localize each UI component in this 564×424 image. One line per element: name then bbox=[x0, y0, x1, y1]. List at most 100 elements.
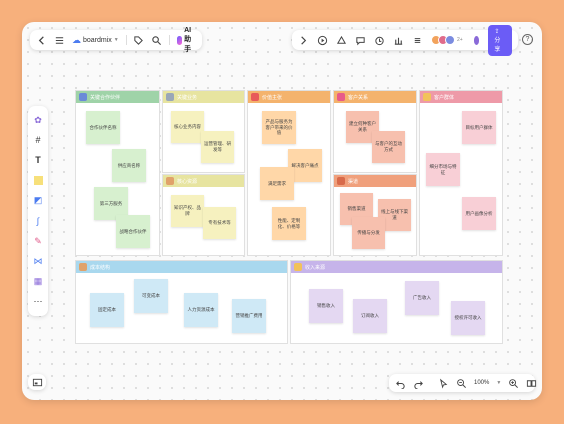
brand[interactable]: ☁ boardmix ▼ bbox=[72, 35, 119, 46]
frame-activities[interactable]: 关键业务 核心业务内容 运营管理、研发等 bbox=[162, 90, 245, 173]
collaborator-count: 2+ bbox=[457, 37, 463, 43]
sticky-note-text: 产品与服务为客户带来的价值 bbox=[265, 118, 293, 136]
chevron-down-icon[interactable]: ▼ bbox=[496, 380, 501, 386]
frame-channels[interactable]: 渠道 销售渠道 线上与线下渠道 传播与分发 bbox=[333, 174, 417, 256]
minimap-toggle[interactable] bbox=[28, 374, 46, 390]
more-icon[interactable]: ⋯ bbox=[32, 296, 44, 308]
frame-title: 价值主张 bbox=[262, 94, 283, 101]
vote-icon[interactable] bbox=[393, 35, 404, 46]
connector-icon[interactable]: ∫ bbox=[32, 215, 44, 227]
cursor-icon[interactable] bbox=[438, 378, 449, 389]
sticky-note[interactable]: 细分市场与特征 bbox=[426, 153, 460, 186]
sticky-note[interactable]: 广告收入 bbox=[405, 281, 439, 315]
book-icon[interactable] bbox=[526, 378, 537, 389]
frame-value[interactable]: 价值主张 产品与服务为客户带来的价值 解决客户痛点 满足需求 性能、定制化、价格… bbox=[247, 90, 331, 256]
frame-partners[interactable]: 关键合作伙伴 合作伙伴名称 供应商名称 第三方服务 战略合作伙伴 bbox=[75, 90, 160, 256]
sticky-note[interactable]: 战略合作伙伴 bbox=[116, 215, 150, 248]
sticky-note[interactable]: 营销推广费用 bbox=[232, 299, 266, 333]
text-icon[interactable]: T bbox=[32, 154, 44, 166]
back-icon[interactable] bbox=[36, 35, 47, 46]
sticky-note[interactable]: 可变成本 bbox=[134, 279, 168, 313]
share-label: 分享 bbox=[494, 37, 501, 53]
sticky-note[interactable]: 专有技术等 bbox=[203, 207, 236, 239]
comment-icon[interactable] bbox=[355, 35, 366, 46]
frame-relationships[interactable]: 客户关系 建立何种客户关系 与客户的互动方式 bbox=[333, 90, 417, 173]
sticky-note[interactable]: 订阅收入 bbox=[353, 299, 387, 333]
sticky-note-text: 订阅收入 bbox=[361, 313, 379, 319]
sticky-note-text: 合作伙伴名称 bbox=[89, 124, 117, 130]
frame-segments[interactable]: 客户群体 目标用户群体 细分市场与特征 用户画像分析 bbox=[419, 90, 503, 256]
help-label: ? bbox=[525, 36, 530, 43]
sticky-note[interactable]: 销售收入 bbox=[309, 289, 343, 323]
more-tools-icon[interactable] bbox=[412, 35, 423, 46]
gear-icon bbox=[166, 93, 174, 101]
sticky-note-text: 性能、定制化、价格等 bbox=[277, 217, 301, 229]
cloud-icon: ☁ bbox=[72, 34, 81, 45]
frame-revenue[interactable]: 收入来源 销售收入 订阅收入 广告收入 授权许可收入 bbox=[290, 260, 503, 344]
sticky-note[interactable]: 性能、定制化、价格等 bbox=[272, 207, 306, 240]
frame-header: 关键业务 bbox=[163, 91, 244, 103]
zoom-out-icon[interactable] bbox=[456, 378, 467, 389]
frame-icon[interactable]: # bbox=[32, 134, 44, 146]
avatar bbox=[445, 35, 455, 45]
sticky-note[interactable]: 授权许可收入 bbox=[451, 301, 485, 335]
help-button[interactable]: ? bbox=[522, 34, 533, 45]
sticky-note[interactable]: 核心业务内容 bbox=[171, 111, 204, 143]
template-icon[interactable]: ✿ bbox=[32, 114, 44, 126]
user-avatar[interactable] bbox=[472, 34, 481, 46]
table-icon[interactable]: ▦ bbox=[32, 276, 44, 288]
search-icon[interactable] bbox=[151, 35, 162, 46]
money-bag-icon bbox=[79, 263, 87, 271]
sticky-note-text: 固定成本 bbox=[98, 307, 116, 313]
menu-icon[interactable] bbox=[54, 35, 65, 46]
minimap-icon bbox=[32, 377, 43, 388]
frame-resources[interactable]: 核心资源 知识产权、品牌 专有技术等 bbox=[162, 174, 245, 256]
chevron-down-icon: ▼ bbox=[113, 37, 119, 43]
sticky-note-text: 核心业务内容 bbox=[174, 124, 201, 130]
gift-icon bbox=[251, 93, 259, 101]
sticky-note[interactable]: 传播与分发 bbox=[352, 217, 385, 249]
sticky-note-text: 战略合作伙伴 bbox=[119, 228, 147, 234]
sticky-note-text: 可变成本 bbox=[142, 293, 160, 299]
frame-title: 成本结构 bbox=[90, 264, 111, 271]
sticky-note-text: 用户画像分析 bbox=[465, 210, 493, 216]
sticky-note[interactable]: 合作伙伴名称 bbox=[86, 111, 120, 144]
chevron-right-icon[interactable] bbox=[298, 35, 309, 46]
frame-title: 关键合作伙伴 bbox=[90, 94, 121, 101]
sticky-note[interactable]: 人力资源成本 bbox=[184, 293, 218, 327]
collaborators[interactable]: 2+ bbox=[431, 35, 463, 45]
sticky-note[interactable]: 供应商名称 bbox=[112, 149, 146, 182]
frame-costs[interactable]: 成本结构 固定成本 可变成本 人力资源成本 营销推广费用 bbox=[75, 260, 288, 344]
reaction-icon[interactable] bbox=[336, 35, 347, 46]
redo-icon[interactable] bbox=[413, 378, 424, 389]
top-right-toolbar: 2+ ⇪ 分享 bbox=[292, 24, 518, 56]
sticky-note[interactable]: 满足需求 bbox=[260, 167, 294, 200]
timer-icon[interactable] bbox=[374, 35, 385, 46]
frame-header: 客户群体 bbox=[420, 91, 502, 103]
sticky-note-text: 授权许可收入 bbox=[454, 315, 482, 321]
shape-icon[interactable]: ◩ bbox=[32, 195, 44, 207]
sticky-note[interactable]: 目标用户群体 bbox=[462, 111, 496, 144]
sticky-note-text: 传播与分发 bbox=[357, 230, 380, 236]
ai-icon bbox=[176, 35, 183, 45]
sticky-note[interactable]: 固定成本 bbox=[90, 293, 124, 327]
sticky-note[interactable]: 产品与服务为客户带来的价值 bbox=[262, 111, 296, 144]
sticky-note[interactable]: 运营管理、研发等 bbox=[201, 131, 234, 163]
zoom-in-icon[interactable] bbox=[508, 378, 519, 389]
share-button[interactable]: ⇪ 分享 bbox=[488, 24, 512, 56]
zoom-level[interactable]: 100% bbox=[474, 380, 489, 386]
play-icon[interactable] bbox=[317, 35, 328, 46]
sticky-note-icon[interactable] bbox=[32, 175, 44, 187]
divider bbox=[125, 35, 127, 45]
undo-icon[interactable] bbox=[395, 378, 406, 389]
share-icon: ⇪ bbox=[494, 28, 500, 35]
ai-assistant-button[interactable]: AI助手 bbox=[176, 27, 196, 54]
pen-icon[interactable]: ✎ bbox=[32, 235, 44, 247]
frame-header: 成本结构 bbox=[76, 261, 287, 273]
sticky-note[interactable]: 用户画像分析 bbox=[462, 197, 496, 230]
tag-icon[interactable] bbox=[133, 35, 144, 46]
frame-header: 关键合作伙伴 bbox=[76, 91, 159, 103]
mindmap-icon[interactable]: ⋈ bbox=[32, 255, 44, 267]
sticky-note[interactable]: 知识产权、品牌 bbox=[171, 195, 204, 227]
sticky-note[interactable]: 与客户的互动方式 bbox=[372, 131, 405, 163]
